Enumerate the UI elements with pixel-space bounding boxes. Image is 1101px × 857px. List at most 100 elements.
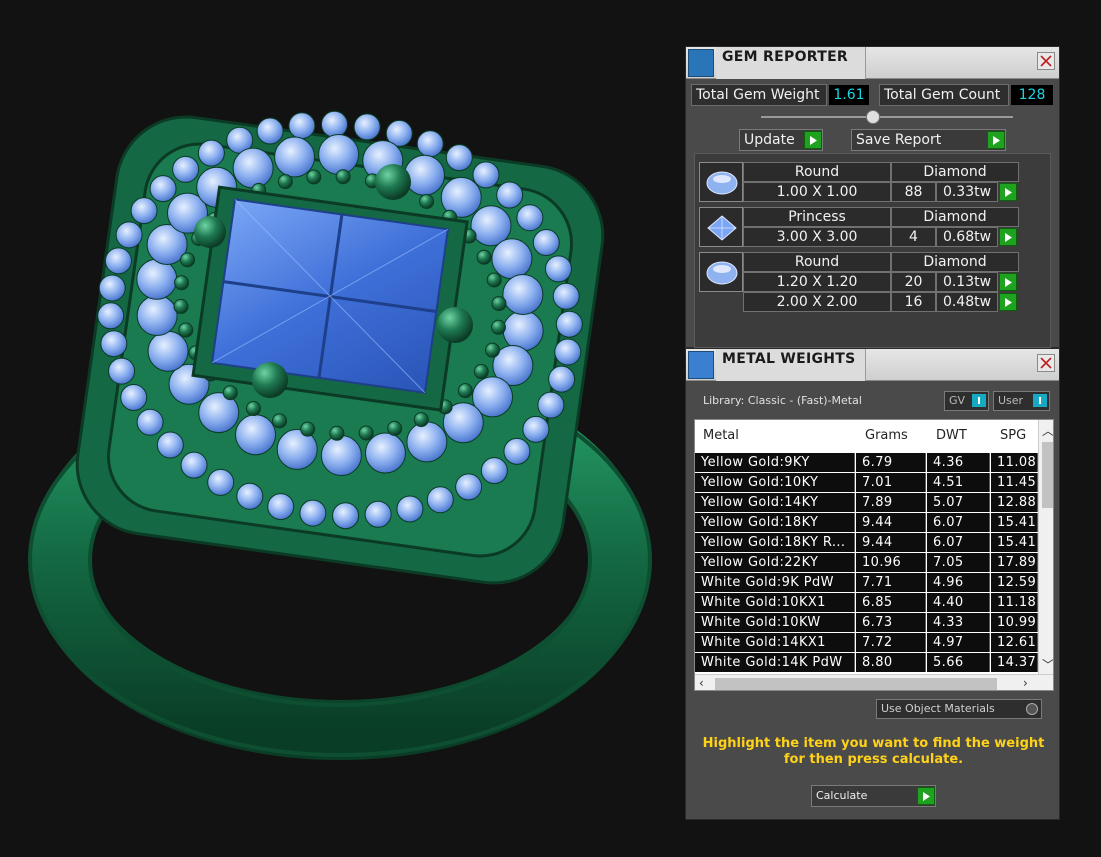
- halo-gem: [136, 258, 178, 300]
- table-row[interactable]: Yellow Gold:18KY 9.44 6.07 15.41: [695, 512, 1038, 532]
- vertical-scrollbar[interactable]: ︿ ﹀: [1038, 420, 1053, 674]
- save-report-button[interactable]: Save Report: [851, 129, 1006, 151]
- halo-gem: [120, 383, 148, 411]
- use-object-materials-label: Use Object Materials: [881, 702, 995, 715]
- column-header-metal[interactable]: Metal: [703, 428, 739, 443]
- gv-toggle[interactable]: GV: [944, 391, 989, 411]
- gem-reporter-logo-icon: [688, 49, 714, 77]
- gem-reporter-panel: GEM REPORTER Total Gem Weight 1.61 Total…: [685, 46, 1060, 348]
- scroll-down-icon[interactable]: ﹀: [1042, 656, 1053, 673]
- table-row[interactable]: Yellow Gold:9KY 6.79 4.36 11.08: [695, 452, 1038, 472]
- toggle-indicator: [1033, 394, 1047, 407]
- cell-dwt: 4.51: [927, 473, 990, 492]
- table-row[interactable]: White Gold:9K PdW 7.71 4.96 12.59: [695, 572, 1038, 592]
- user-toggle[interactable]: User: [993, 391, 1050, 411]
- halo-gem: [299, 499, 327, 527]
- halo-gem: [318, 133, 360, 175]
- halo-gem: [364, 500, 392, 528]
- 3d-viewport[interactable]: [0, 0, 680, 857]
- cell-spg: 11.45: [991, 473, 1038, 492]
- calculate-arrow-icon[interactable]: [917, 787, 935, 805]
- hint-line-1: Highlight the item you want to find the …: [702, 736, 1045, 751]
- column-header-grams[interactable]: Grams: [865, 428, 908, 443]
- halo-gem: [413, 412, 429, 428]
- metal-table[interactable]: Metal Grams DWT SPG Yellow Gold:9KY 6.79 4…: [694, 419, 1054, 691]
- halo-gem: [548, 365, 576, 393]
- table-row[interactable]: White Gold:10KX1 6.85 4.40 11.18: [695, 592, 1038, 612]
- panel-title: METAL WEIGHTS: [722, 351, 856, 367]
- close-icon[interactable]: [1037, 52, 1055, 70]
- halo-gem: [544, 255, 572, 283]
- metal-weights-header: METAL WEIGHTS: [686, 349, 1059, 381]
- halo-gem: [277, 174, 293, 190]
- halo-gem: [115, 221, 143, 249]
- halo-gem: [486, 272, 502, 288]
- cell-metal: White Gold:14K PdW: [695, 653, 855, 672]
- update-arrow-icon[interactable]: [804, 131, 822, 149]
- halo-gem: [491, 296, 507, 312]
- cell-spg: 12.59: [991, 573, 1038, 592]
- scroll-thumb[interactable]: [715, 678, 997, 690]
- halo-gem: [174, 275, 190, 291]
- save-report-arrow-icon[interactable]: [987, 131, 1005, 149]
- table-row[interactable]: White Gold:10KW 6.73 4.33 10.99: [695, 612, 1038, 632]
- gem-material: Diamond: [891, 162, 1019, 182]
- halo-gem: [503, 437, 531, 465]
- table-row[interactable]: Yellow Gold:10KY 7.01 4.51 11.45: [695, 472, 1038, 492]
- halo-gem: [364, 432, 406, 474]
- cell-spg: 15.41: [991, 513, 1038, 532]
- gem-count: 16: [891, 292, 936, 312]
- cell-metal: Yellow Gold:22KY: [695, 553, 855, 572]
- halo-gem: [358, 425, 374, 441]
- scroll-right-icon[interactable]: ›: [1023, 676, 1028, 690]
- gem-weight: 0.68tw: [936, 227, 998, 247]
- table-row[interactable]: Yellow Gold:14KY 7.89 5.07 12.88: [695, 492, 1038, 512]
- horizontal-scrollbar[interactable]: ‹ ›: [695, 674, 1053, 690]
- halo-gem: [306, 169, 322, 185]
- ring-model: [28, 110, 652, 760]
- halo-gem: [419, 193, 435, 209]
- use-object-materials-toggle[interactable]: Use Object Materials: [876, 699, 1042, 719]
- select-gem-arrow-icon[interactable]: [999, 183, 1017, 201]
- cell-spg: 10.99: [991, 613, 1038, 632]
- halo-gem: [473, 364, 489, 380]
- cell-dwt: 7.05: [927, 553, 990, 572]
- halo-gem: [516, 204, 544, 232]
- column-header-spg[interactable]: SPG: [1000, 428, 1026, 443]
- slider-track[interactable]: [761, 116, 1013, 118]
- halo-gem: [490, 319, 506, 335]
- halo-gem: [496, 181, 524, 209]
- table-row[interactable]: Yellow Gold:22KY 10.96 7.05 17.89: [695, 552, 1038, 572]
- halo-gem: [100, 330, 128, 358]
- cell-grams: 7.89: [856, 493, 926, 512]
- halo-gem: [236, 482, 264, 510]
- halo-gem: [149, 175, 177, 203]
- select-gem-arrow-icon[interactable]: [999, 228, 1017, 246]
- halo-gem: [235, 414, 277, 456]
- cell-metal: White Gold:9K PdW: [695, 573, 855, 592]
- halo-gem: [332, 502, 360, 530]
- halo-gem: [136, 295, 178, 337]
- round-gem-icon: [699, 162, 743, 202]
- table-row[interactable]: White Gold:14K PdW 8.80 5.66 14.37: [695, 652, 1038, 672]
- cell-grams: 7.71: [856, 573, 926, 592]
- scroll-thumb[interactable]: [1042, 442, 1053, 508]
- column-header-dwt[interactable]: DWT: [936, 428, 967, 443]
- halo-gem: [288, 112, 316, 140]
- cell-dwt: 5.66: [927, 653, 990, 672]
- select-gem-arrow-icon[interactable]: [999, 273, 1017, 291]
- table-row[interactable]: Yellow Gold:18KY R... 9.44 6.07 15.41: [695, 532, 1038, 552]
- select-gem-arrow-icon[interactable]: [999, 293, 1017, 311]
- scroll-up-icon[interactable]: ︿: [1042, 422, 1053, 439]
- table-row[interactable]: White Gold:14KX1 7.72 4.97 12.61: [695, 632, 1038, 652]
- halo-gem: [256, 117, 284, 145]
- halo-gem: [98, 274, 126, 302]
- total-gem-count-label: Total Gem Count: [879, 84, 1009, 106]
- halo-gem: [472, 161, 500, 189]
- halo-gem: [455, 473, 483, 501]
- gem-count: 20: [891, 272, 936, 292]
- slider-handle[interactable]: [866, 110, 880, 124]
- gv-label: GV: [949, 394, 966, 407]
- close-icon[interactable]: [1037, 354, 1055, 372]
- scroll-left-icon[interactable]: ‹: [699, 676, 704, 690]
